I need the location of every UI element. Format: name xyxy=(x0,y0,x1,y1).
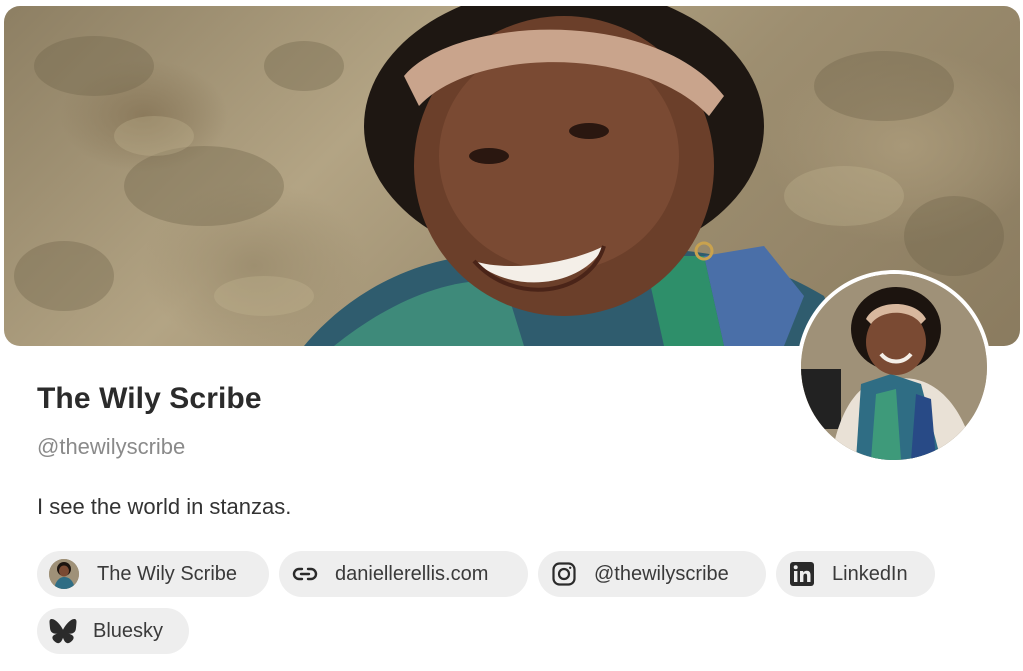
link-chip-label: @thewilyscribe xyxy=(594,562,729,585)
link-chip-instagram[interactable]: @thewilyscribe xyxy=(538,551,766,597)
display-name: The Wily Scribe xyxy=(37,382,262,415)
username-handle: @thewilyscribe xyxy=(37,434,186,459)
avatar-image xyxy=(801,274,987,460)
linkedin-icon xyxy=(788,560,816,588)
profile-avatar[interactable] xyxy=(797,270,991,464)
link-chip-label: daniellerellis.com xyxy=(335,562,489,585)
profile-bio: I see the world in stanzas. xyxy=(37,494,292,519)
link-chip-website[interactable]: daniellerellis.com xyxy=(279,551,528,597)
profile-avatar-icon xyxy=(49,559,79,589)
link-icon xyxy=(291,560,319,588)
link-chip-bluesky[interactable]: Bluesky xyxy=(37,608,189,654)
link-chip-label: LinkedIn xyxy=(832,562,908,585)
instagram-icon xyxy=(550,560,578,588)
link-chip-label: Bluesky xyxy=(93,619,164,642)
link-chip-linkedin[interactable]: LinkedIn xyxy=(776,551,935,597)
link-chip-profile[interactable]: The Wily Scribe xyxy=(37,551,269,597)
profile-page: The Wily Scribe @thewilyscribe I see the… xyxy=(0,0,1023,671)
bluesky-icon xyxy=(49,617,77,645)
link-chip-label: The Wily Scribe xyxy=(97,562,238,585)
